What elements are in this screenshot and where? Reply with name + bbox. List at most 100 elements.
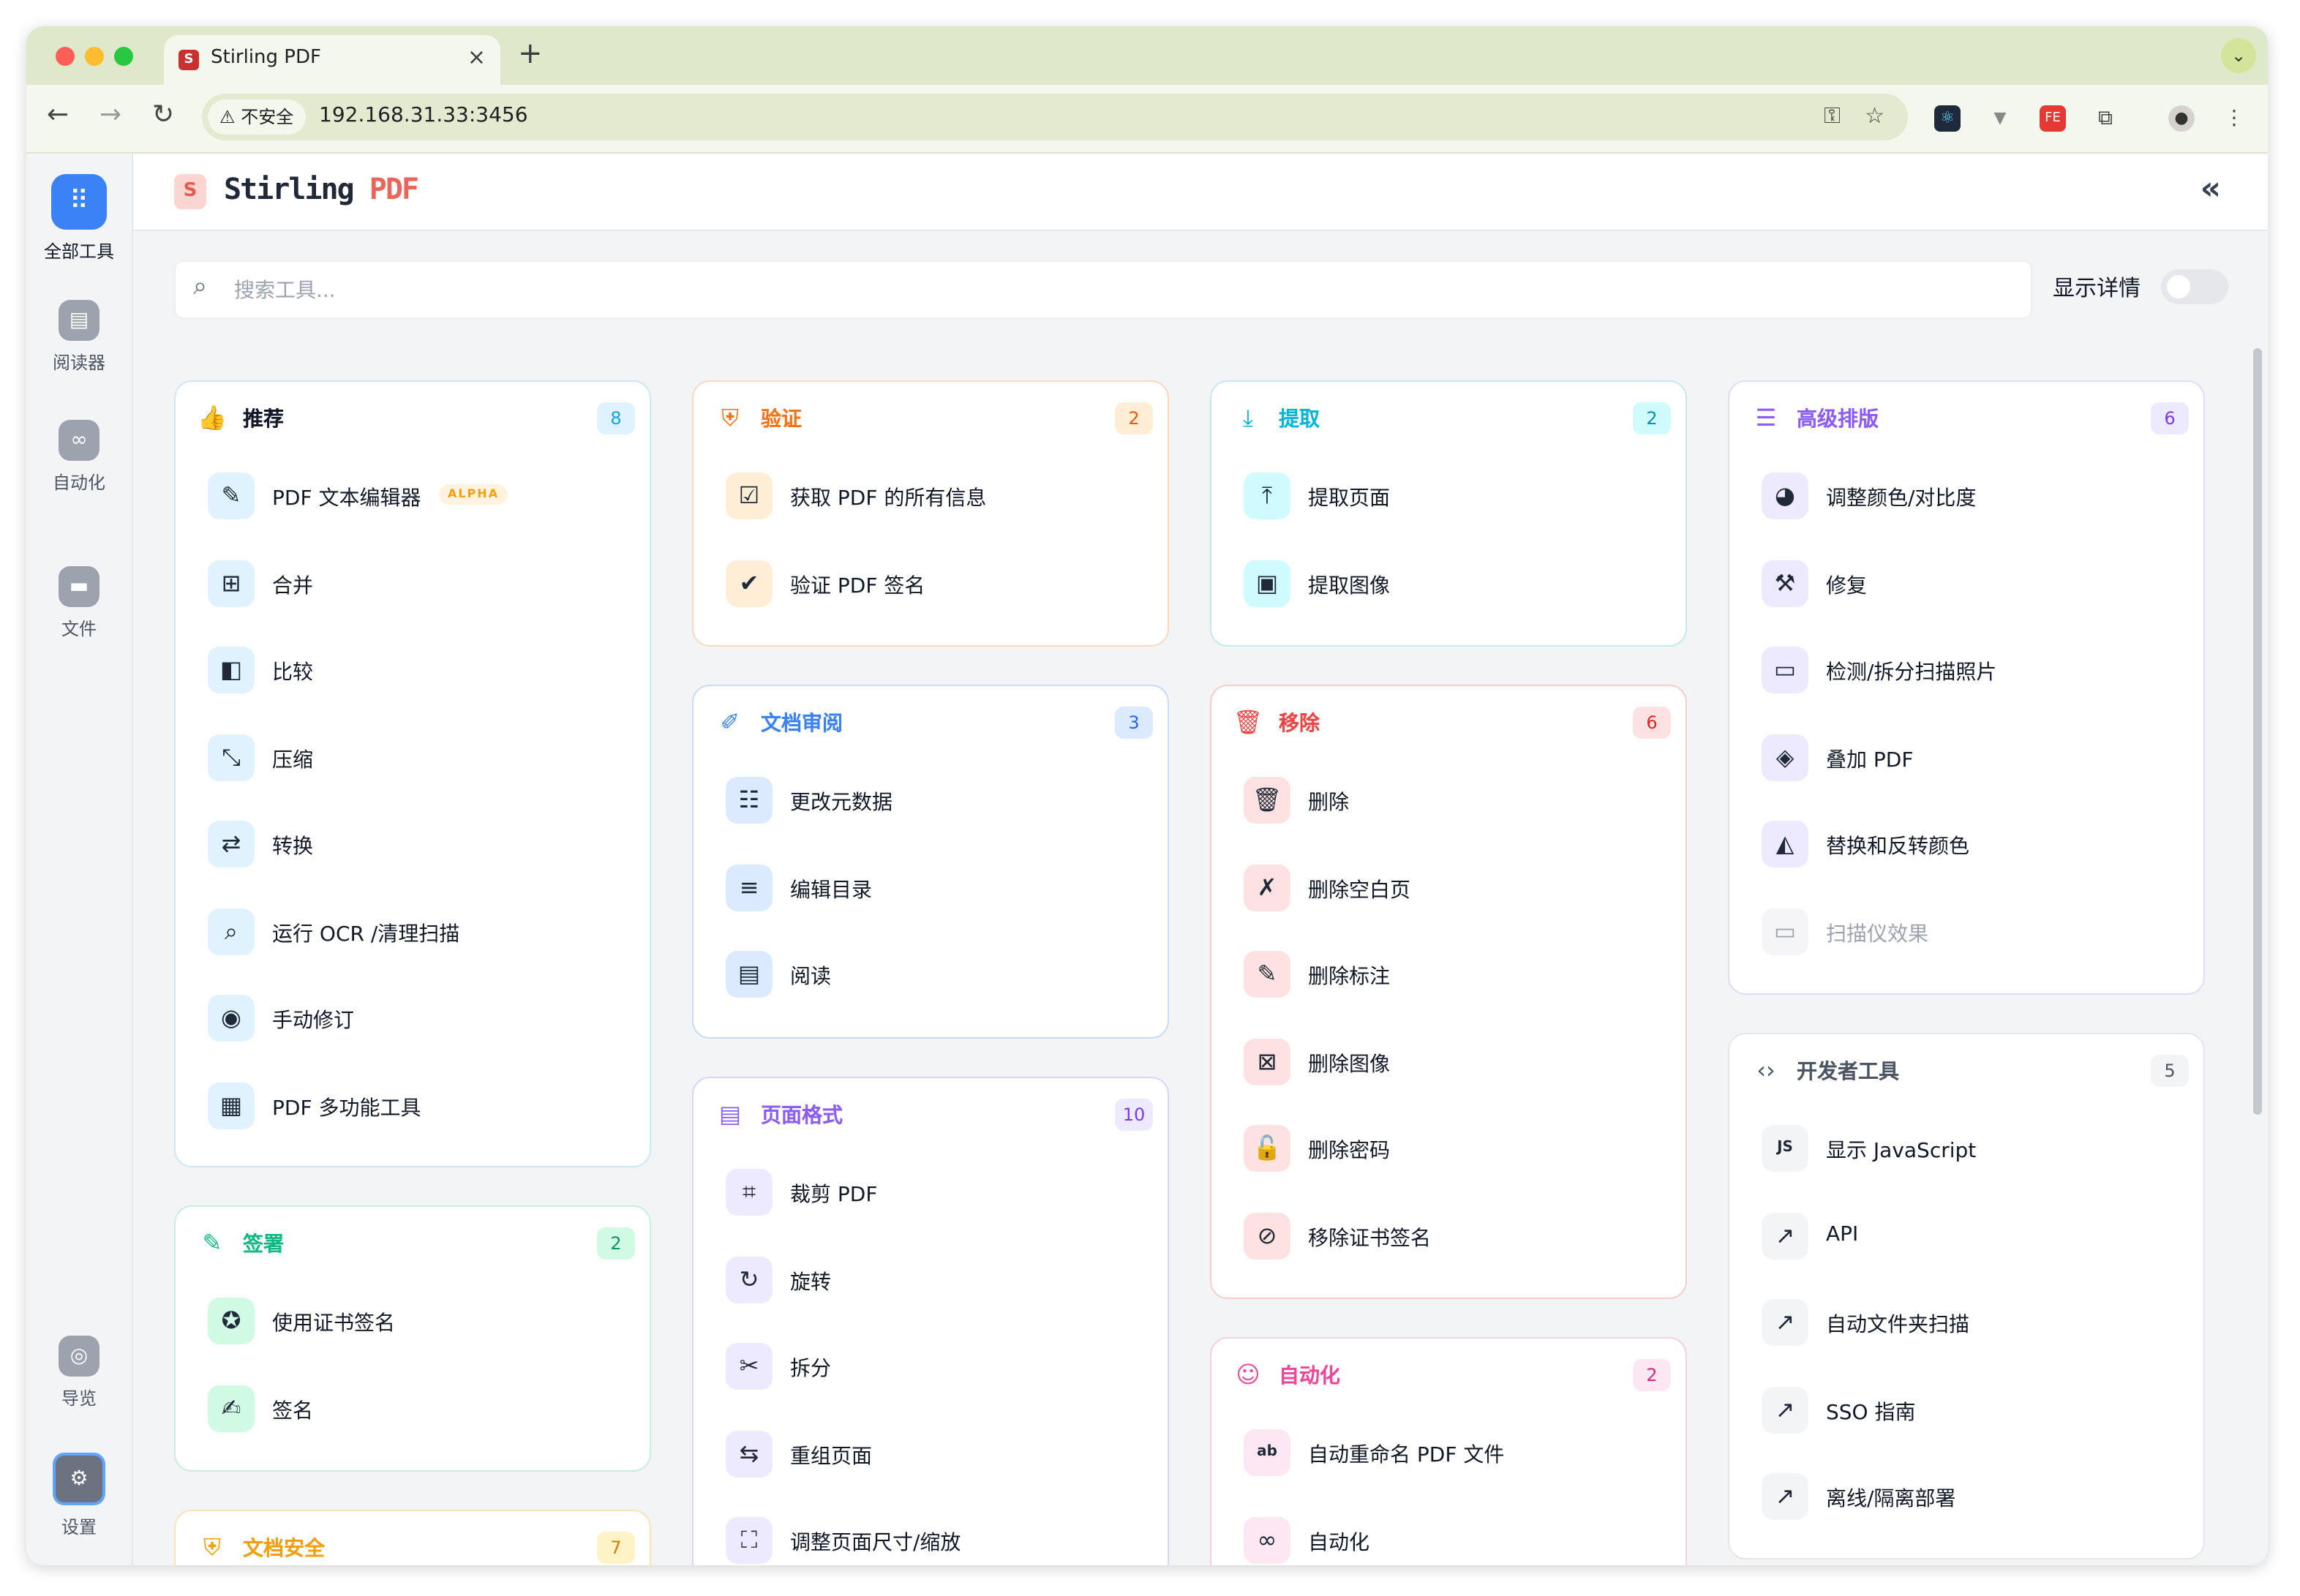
tool-item[interactable]: ☷ 更改元数据 <box>726 771 1150 829</box>
new-tab-button[interactable]: + <box>518 35 543 70</box>
tool-item[interactable]: ↗ SSO 指南 <box>1762 1380 2186 1439</box>
category-header[interactable]: ✎ 签署 2 <box>196 1224 635 1262</box>
tool-item[interactable]: ✂ 拆分 <box>726 1337 1150 1396</box>
tool-item[interactable]: ⊠ 删除图像 <box>1244 1032 1668 1091</box>
rail-item-files[interactable]: ▬ 文件 <box>26 566 132 641</box>
rail-item-automation[interactable]: ∞ 自动化 <box>26 420 132 494</box>
browser-tab[interactable]: S Stirling PDF × <box>164 35 500 85</box>
tool-label: 扫描仪效果 <box>1826 922 1928 946</box>
category-header[interactable]: ⛨ 文档安全 7 <box>196 1529 635 1565</box>
metadata-icon: ☷ <box>726 777 773 824</box>
tool-item[interactable]: ∞ 自动化 <box>1244 1510 1668 1565</box>
category-title: 开发者工具 <box>1797 1061 1899 1084</box>
tool-item[interactable]: ⌕ 运行 OCR /清理扫描 <box>208 902 632 960</box>
tool-item[interactable]: ▤ 阅读 <box>726 945 1150 1004</box>
rail-item-all-tools[interactable]: ⠿ 全部工具 <box>26 174 132 263</box>
tool-item[interactable]: 🔓 删除密码 <box>1244 1119 1668 1178</box>
rail-item-settings[interactable]: ⚙ 设置 <box>26 1453 132 1539</box>
reload-icon[interactable]: ↻ <box>152 99 174 130</box>
rail-label: 自动化 <box>52 473 105 493</box>
extensions-icon[interactable]: ⧉ <box>2092 105 2119 132</box>
category-header[interactable]: 👍 推荐 8 <box>196 399 635 437</box>
tool-item[interactable]: ⊞ 合并 <box>208 554 632 612</box>
tool-item[interactable]: ≡ 编辑目录 <box>726 858 1150 916</box>
more-menu-icon[interactable]: ⋮ <box>2221 105 2247 132</box>
tool-item[interactable]: ◉ 手动修订 <box>208 989 632 1047</box>
search-area: ⌕ 显示详情 <box>133 231 2268 345</box>
tool-item[interactable]: ✎ PDF 文本编辑器 ALPHA <box>208 467 632 525</box>
tool-item[interactable]: ✍ 签名 <box>208 1379 632 1437</box>
collapse-panel-icon[interactable]: « <box>2201 171 2221 208</box>
rail-item-reader[interactable]: ▤ 阅读器 <box>26 300 132 374</box>
tool-item[interactable]: ↗ 离线/隔离部署 <box>1762 1467 2186 1526</box>
show-details-toggle[interactable] <box>2161 269 2228 304</box>
page-format-icon: ▤ <box>718 1100 742 1128</box>
react-devtools-icon[interactable]: ⚛ <box>1934 105 1961 132</box>
tool-label: 更改元数据 <box>790 791 892 815</box>
tool-item[interactable]: ⚒ 修复 <box>1762 554 2186 612</box>
category-header[interactable]: 🗑 移除 6 <box>1232 704 1671 742</box>
tool-item[interactable]: ↻ 旋转 <box>726 1250 1150 1309</box>
category-header[interactable]: ‹› 开发者工具 5 <box>1750 1052 2189 1090</box>
category-card-verify: ⛨ 验证 2 ☑ 获取 PDF 的所有信息 ✔ 验证 PDF 签名 <box>692 380 1169 647</box>
address-bar[interactable]: ⚠ 不安全 192.168.31.33:3456 ⚿ ☆ <box>202 94 1908 140</box>
tool-item[interactable]: ▭ 扫描仪效果 <box>1762 902 2186 960</box>
forward-icon[interactable]: → <box>99 99 121 130</box>
category-header[interactable]: ☰ 高级排版 6 <box>1750 399 2189 437</box>
tool-item[interactable]: ☑ 获取 PDF 的所有信息 <box>726 467 1150 525</box>
tool-item[interactable]: ▭ 检测/拆分扫描照片 <box>1762 641 2186 699</box>
vue-devtools-icon[interactable]: ▼ <box>1987 105 2013 132</box>
tool-item[interactable]: JS 显示 JavaScript <box>1762 1119 2186 1178</box>
tool-label: 删除密码 <box>1308 1140 1390 1163</box>
tool-item[interactable]: ◕ 调整颜色/对比度 <box>1762 467 2186 525</box>
tool-item[interactable]: ▦ PDF 多功能工具 <box>208 1076 632 1134</box>
category-header[interactable]: ☺ 自动化 2 <box>1232 1356 1671 1394</box>
category-header[interactable]: ✐ 文档审阅 3 <box>714 704 1153 742</box>
back-icon[interactable]: ← <box>47 99 69 130</box>
tool-item[interactable]: ⇆ 重组页面 <box>726 1424 1150 1483</box>
gear-icon: ⚙ <box>53 1453 105 1505</box>
tab-search-icon[interactable]: ⌄ <box>2221 38 2256 73</box>
tool-item[interactable]: ⛶ 调整页面尺寸/缩放 <box>726 1511 1150 1565</box>
url-text[interactable]: 192.168.31.33:3456 <box>319 104 528 127</box>
tool-item[interactable]: ⌗ 裁剪 PDF <box>726 1163 1150 1222</box>
fe-extension-icon[interactable]: FE <box>2040 105 2066 132</box>
category-header[interactable]: ⛨ 验证 2 <box>714 399 1153 437</box>
star-icon[interactable]: ☆ <box>1865 102 1884 129</box>
tool-item[interactable]: ab 自动重命名 PDF 文件 <box>1244 1423 1668 1482</box>
tool-label: 手动修订 <box>272 1009 354 1033</box>
category-header[interactable]: ⤓ 提取 2 <box>1232 399 1671 437</box>
tool-item[interactable]: ▣ 提取图像 <box>1244 554 1668 612</box>
close-tab-icon[interactable]: × <box>467 44 486 70</box>
profile-avatar[interactable]: ● <box>2168 105 2195 132</box>
tool-label: 离线/隔离部署 <box>1826 1488 1956 1511</box>
tool-item[interactable]: ↗ 自动文件夹扫描 <box>1762 1293 2186 1352</box>
tool-item[interactable]: ◧ 比较 <box>208 641 632 699</box>
tool-item[interactable]: ✔ 验证 PDF 签名 <box>726 554 1150 612</box>
tool-item[interactable]: ◈ 叠加 PDF <box>1762 728 2186 786</box>
tool-item[interactable]: ⇄ 转换 <box>208 815 632 873</box>
tool-item[interactable]: ✗ 删除空白页 <box>1244 858 1668 916</box>
close-window-button[interactable] <box>56 47 75 66</box>
tool-label: 自动文件夹扫描 <box>1826 1314 1969 1337</box>
tool-item[interactable]: ⤒ 提取页面 <box>1244 467 1668 525</box>
scanner-icon: ▭ <box>1762 647 1808 693</box>
security-chip[interactable]: ⚠ 不安全 <box>208 99 306 135</box>
tool-item[interactable]: 🗑 删除 <box>1244 771 1668 829</box>
rail-item-tour[interactable]: ◎ 导览 <box>26 1336 132 1410</box>
download-icon: ⤓ <box>1242 404 1254 432</box>
shield-check-icon: ⛨ <box>721 404 739 432</box>
tool-item[interactable]: ⤡ 压缩 <box>208 728 632 786</box>
minimize-window-button[interactable] <box>85 47 104 66</box>
scrollbar[interactable] <box>2253 348 2262 1115</box>
tool-item[interactable]: ↗ API <box>1762 1206 2186 1265</box>
category-header[interactable]: ▤ 页面格式 10 <box>714 1096 1153 1134</box>
key-icon[interactable]: ⚿ <box>1824 102 1841 129</box>
tool-item[interactable]: ✪ 使用证书签名 <box>208 1292 632 1350</box>
search-input[interactable] <box>231 274 1993 309</box>
remove-cert-icon: ⊘ <box>1244 1212 1290 1259</box>
tool-item[interactable]: ◭ 替换和反转颜色 <box>1762 815 2186 873</box>
maximize-window-button[interactable] <box>114 47 133 66</box>
tool-item[interactable]: ✎ 删除标注 <box>1244 945 1668 1004</box>
tool-item[interactable]: ⊘ 移除证书签名 <box>1244 1206 1668 1265</box>
